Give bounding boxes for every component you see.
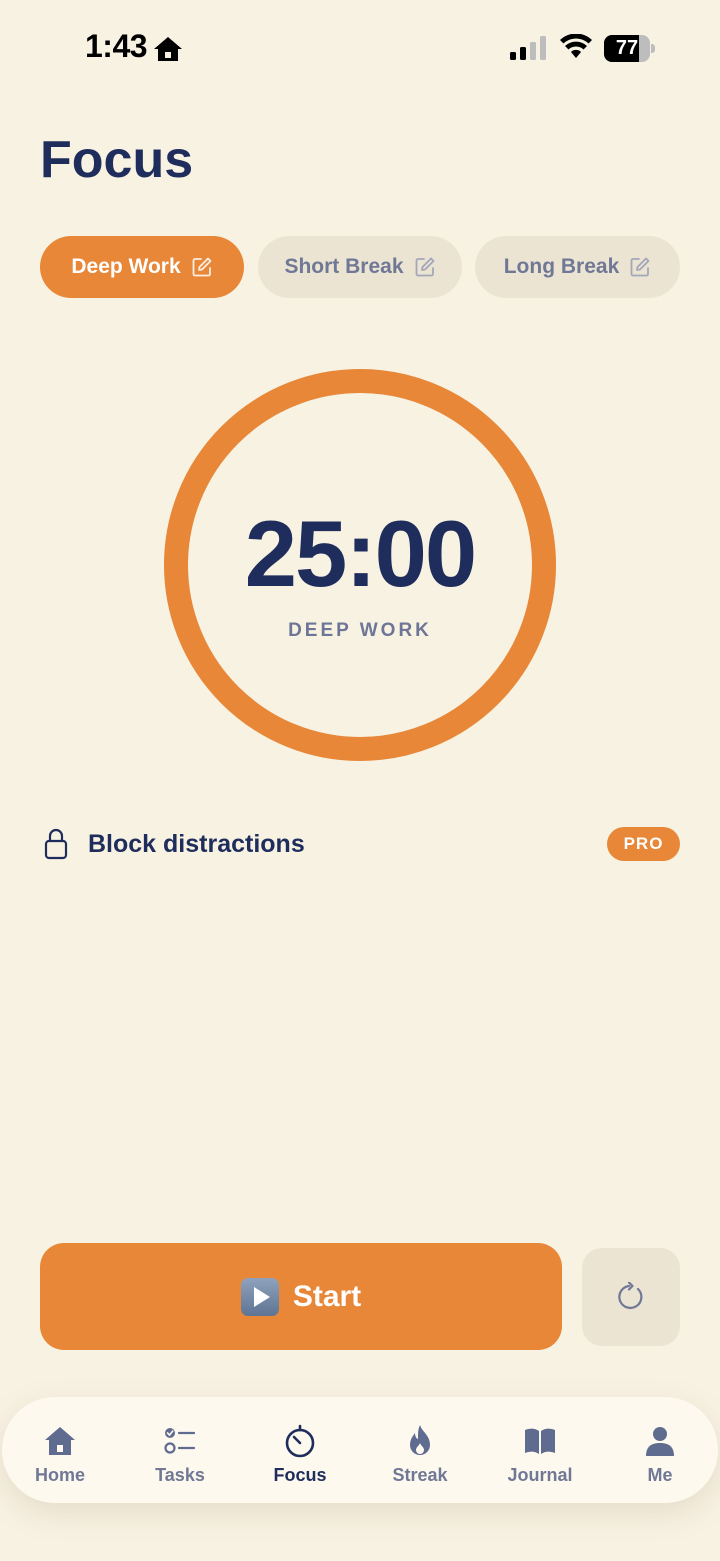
timer-ring: 25:00 DEEP WORK [163, 368, 557, 762]
tasks-icon [164, 1428, 196, 1454]
reset-button[interactable] [582, 1248, 680, 1346]
nav-journal[interactable]: Journal [485, 1397, 595, 1503]
nav-label: Streak [392, 1465, 448, 1485]
nav-label: Focus [273, 1465, 327, 1485]
person-icon [646, 1427, 674, 1456]
battery-text: 77 [615, 37, 639, 59]
mode-pill-short-break[interactable]: Short Break [258, 236, 462, 298]
status-time: 1:43 [85, 28, 148, 64]
mode-pill-deep-work[interactable]: Deep Work [40, 236, 244, 298]
block-distractions-label: Block distractions [88, 830, 305, 858]
home-icon [45, 1427, 75, 1455]
start-button[interactable]: Start [40, 1243, 562, 1350]
start-label: Start [292, 1279, 362, 1313]
pro-badge: PRO [607, 827, 680, 861]
nav-label: Home [34, 1465, 85, 1485]
page-title: Focus [40, 131, 194, 189]
nav-label: Journal [507, 1465, 573, 1485]
nav-tasks[interactable]: Tasks [125, 1397, 235, 1503]
edit-icon[interactable] [191, 256, 213, 278]
mode-selector: Deep Work Short Break Long Break [40, 236, 680, 298]
bottom-nav: Home Tasks Focus Streak Journal Me [2, 1397, 718, 1503]
nav-label: Tasks [155, 1465, 205, 1485]
mode-pill-long-break[interactable]: Long Break [475, 236, 680, 298]
book-icon [525, 1428, 555, 1454]
mode-label: Short Break [284, 255, 404, 278]
flame-icon [410, 1425, 430, 1455]
timer-display: 25:00 [244, 501, 477, 606]
reset-icon [618, 1282, 643, 1309]
edit-icon[interactable] [414, 256, 436, 278]
status-bar: 1:43 77 [0, 0, 720, 100]
wifi-icon [560, 34, 592, 58]
nav-focus[interactable]: Focus [245, 1397, 355, 1503]
nav-label: Me [647, 1465, 673, 1485]
edit-icon[interactable] [629, 256, 651, 278]
nav-me[interactable]: Me [605, 1397, 715, 1503]
cellular-signal-icon [510, 36, 546, 60]
lock-icon [44, 828, 68, 860]
play-icon [240, 1277, 279, 1316]
timer-mode-label: DEEP WORK [288, 620, 432, 641]
nav-home[interactable]: Home [5, 1397, 115, 1503]
mode-label: Deep Work [71, 255, 181, 278]
battery-indicator: 77 [604, 35, 655, 62]
timer-icon [285, 1424, 315, 1458]
block-distractions-row[interactable]: Block distractions PRO [40, 822, 680, 866]
mode-label: Long Break [503, 255, 620, 278]
nav-streak[interactable]: Streak [365, 1397, 475, 1503]
home-status-icon [154, 37, 182, 61]
